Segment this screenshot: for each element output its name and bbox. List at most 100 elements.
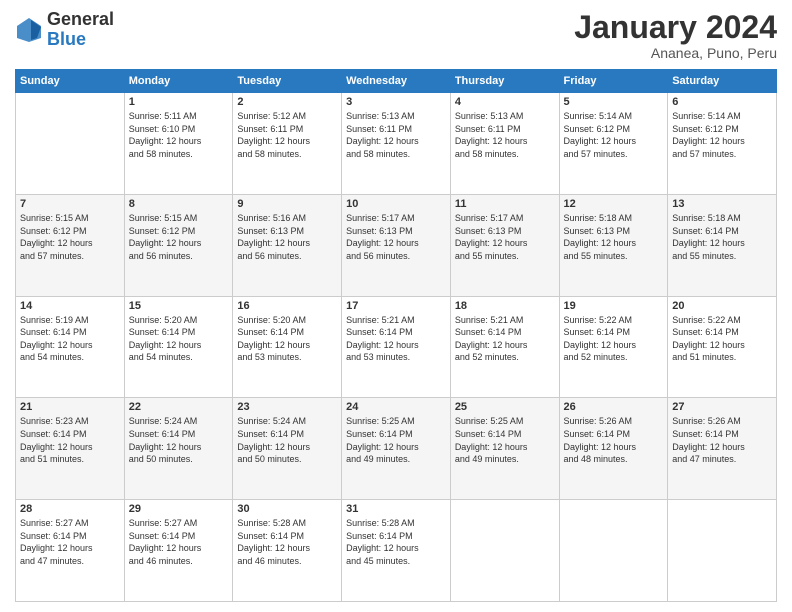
day-cell: 24 Sunrise: 5:25 AM Sunset: 6:14 PM Dayli…: [342, 398, 451, 500]
day-number: 30: [237, 503, 337, 515]
day-number: 13: [672, 198, 772, 210]
day-cell: [559, 500, 668, 602]
day-cell: [668, 500, 777, 602]
day-cell: 12Sunrise: 5:18 AM Sunset: 6:13 PM Dayli…: [559, 194, 668, 296]
day-detail: Sunrise: 5:13 AM Sunset: 6:11 PM Dayligh…: [346, 111, 419, 159]
day-number: 20: [672, 300, 772, 312]
day-detail: Sunrise: 5:24 AM Sunset: 6:14 PM Dayligh…: [129, 416, 202, 464]
day-number: 21: [20, 401, 120, 413]
day-number: 3: [346, 96, 446, 108]
day-cell: 26 Sunrise: 5:26 AM Sunset: 6:14 PM Dayli…: [559, 398, 668, 500]
day-detail: Sunrise: 5:26 AM Sunset: 6:14 PM Dayligh…: [564, 416, 637, 464]
day-cell: 30 Sunrise: 5:28 AM Sunset: 6:14 PM Dayli…: [233, 500, 342, 602]
day-number: 22: [129, 401, 229, 413]
day-cell: 16 Sunrise: 5:20 AM Sunset: 6:14 PM Dayli…: [233, 296, 342, 398]
day-number: 4: [455, 96, 555, 108]
col-sunday: Sunday: [16, 70, 125, 93]
day-cell: 14 Sunrise: 5:19 AM Sunset: 6:14 PM Dayli…: [16, 296, 125, 398]
day-number: 1: [129, 96, 229, 108]
day-detail: Sunrise: 5:21 AM Sunset: 6:14 PM Dayligh…: [346, 315, 419, 363]
day-number: 15: [129, 300, 229, 312]
day-cell: 3 Sunrise: 5:13 AM Sunset: 6:11 PM Daylig…: [342, 93, 451, 195]
day-cell: 2Sunrise: 5:12 AM Sunset: 6:11 PM Daylig…: [233, 93, 342, 195]
logo-text: General Blue: [47, 10, 114, 50]
day-detail: Sunrise: 5:24 AM Sunset: 6:14 PM Dayligh…: [237, 416, 310, 464]
day-cell: 28 Sunrise: 5:27 AM Sunset: 6:14 PM Dayli…: [16, 500, 125, 602]
day-detail: Sunrise: 5:17 AM Sunset: 6:13 PM Dayligh…: [346, 213, 419, 261]
day-cell: 11Sunrise: 5:17 AM Sunset: 6:13 PM Dayli…: [450, 194, 559, 296]
day-detail: Sunrise: 5:27 AM Sunset: 6:14 PM Dayligh…: [20, 518, 93, 566]
day-cell: 5 Sunrise: 5:14 AM Sunset: 6:12 PM Daylig…: [559, 93, 668, 195]
day-cell: [16, 93, 125, 195]
day-number: 18: [455, 300, 555, 312]
day-number: 28: [20, 503, 120, 515]
day-detail: Sunrise: 5:22 AM Sunset: 6:14 PM Dayligh…: [564, 315, 637, 363]
day-detail: Sunrise: 5:20 AM Sunset: 6:14 PM Dayligh…: [129, 315, 202, 363]
day-cell: 9Sunrise: 5:16 AM Sunset: 6:13 PM Daylig…: [233, 194, 342, 296]
day-number: 23: [237, 401, 337, 413]
day-cell: 4 Sunrise: 5:13 AM Sunset: 6:11 PM Daylig…: [450, 93, 559, 195]
calendar-table: Sunday Monday Tuesday Wednesday Thursday…: [15, 69, 777, 602]
day-number: 24: [346, 401, 446, 413]
day-number: 10: [346, 198, 446, 210]
day-cell: 31Sunrise: 5:28 AM Sunset: 6:14 PM Dayli…: [342, 500, 451, 602]
week-row-3: 21 Sunrise: 5:23 AM Sunset: 6:14 PM Dayli…: [16, 398, 777, 500]
day-number: 25: [455, 401, 555, 413]
logo-icon: [15, 16, 43, 44]
day-detail: Sunrise: 5:21 AM Sunset: 6:14 PM Dayligh…: [455, 315, 528, 363]
day-detail: Sunrise: 5:18 AM Sunset: 6:13 PM Dayligh…: [564, 213, 637, 261]
day-detail: Sunrise: 5:22 AM Sunset: 6:14 PM Dayligh…: [672, 315, 745, 363]
day-detail: Sunrise: 5:15 AM Sunset: 6:12 PM Dayligh…: [129, 213, 202, 261]
day-cell: 20 Sunrise: 5:22 AM Sunset: 6:14 PM Dayli…: [668, 296, 777, 398]
day-cell: 19Sunrise: 5:22 AM Sunset: 6:14 PM Dayli…: [559, 296, 668, 398]
day-number: 2: [237, 96, 337, 108]
day-cell: 25Sunrise: 5:25 AM Sunset: 6:14 PM Dayli…: [450, 398, 559, 500]
page: General Blue January 2024 Ananea, Puno, …: [0, 0, 792, 612]
header: General Blue January 2024 Ananea, Puno, …: [15, 10, 777, 61]
day-cell: 13 Sunrise: 5:18 AM Sunset: 6:14 PM Dayli…: [668, 194, 777, 296]
day-cell: 17 Sunrise: 5:21 AM Sunset: 6:14 PM Dayli…: [342, 296, 451, 398]
day-detail: Sunrise: 5:16 AM Sunset: 6:13 PM Dayligh…: [237, 213, 310, 261]
day-detail: Sunrise: 5:26 AM Sunset: 6:14 PM Dayligh…: [672, 416, 745, 464]
title-block: January 2024 Ananea, Puno, Peru: [574, 10, 777, 61]
day-number: 26: [564, 401, 664, 413]
day-cell: 29Sunrise: 5:27 AM Sunset: 6:14 PM Dayli…: [124, 500, 233, 602]
day-cell: 21 Sunrise: 5:23 AM Sunset: 6:14 PM Dayli…: [16, 398, 125, 500]
week-row-1: 7 Sunrise: 5:15 AM Sunset: 6:12 PM Daylig…: [16, 194, 777, 296]
day-detail: Sunrise: 5:28 AM Sunset: 6:14 PM Dayligh…: [237, 518, 310, 566]
day-detail: Sunrise: 5:11 AM Sunset: 6:10 PM Dayligh…: [129, 111, 202, 159]
day-number: 5: [564, 96, 664, 108]
day-detail: Sunrise: 5:28 AM Sunset: 6:14 PM Dayligh…: [346, 518, 419, 566]
day-cell: [450, 500, 559, 602]
day-detail: Sunrise: 5:18 AM Sunset: 6:14 PM Dayligh…: [672, 213, 745, 261]
day-number: 27: [672, 401, 772, 413]
day-number: 14: [20, 300, 120, 312]
col-wednesday: Wednesday: [342, 70, 451, 93]
day-number: 8: [129, 198, 229, 210]
day-detail: Sunrise: 5:20 AM Sunset: 6:14 PM Dayligh…: [237, 315, 310, 363]
day-detail: Sunrise: 5:14 AM Sunset: 6:12 PM Dayligh…: [564, 111, 637, 159]
day-detail: Sunrise: 5:13 AM Sunset: 6:11 PM Dayligh…: [455, 111, 528, 159]
day-number: 6: [672, 96, 772, 108]
day-detail: Sunrise: 5:23 AM Sunset: 6:14 PM Dayligh…: [20, 416, 93, 464]
col-saturday: Saturday: [668, 70, 777, 93]
day-cell: 22 Sunrise: 5:24 AM Sunset: 6:14 PM Dayli…: [124, 398, 233, 500]
day-number: 16: [237, 300, 337, 312]
day-cell: 1 Sunrise: 5:11 AM Sunset: 6:10 PM Daylig…: [124, 93, 233, 195]
day-cell: 15 Sunrise: 5:20 AM Sunset: 6:14 PM Dayli…: [124, 296, 233, 398]
day-cell: 23 Sunrise: 5:24 AM Sunset: 6:14 PM Dayli…: [233, 398, 342, 500]
day-detail: Sunrise: 5:17 AM Sunset: 6:13 PM Dayligh…: [455, 213, 528, 261]
day-number: 17: [346, 300, 446, 312]
title-location: Ananea, Puno, Peru: [574, 45, 777, 61]
week-row-0: 1 Sunrise: 5:11 AM Sunset: 6:10 PM Daylig…: [16, 93, 777, 195]
day-detail: Sunrise: 5:14 AM Sunset: 6:12 PM Dayligh…: [672, 111, 745, 159]
day-cell: 18 Sunrise: 5:21 AM Sunset: 6:14 PM Dayli…: [450, 296, 559, 398]
day-detail: Sunrise: 5:25 AM Sunset: 6:14 PM Dayligh…: [346, 416, 419, 464]
logo-blue-text: Blue: [47, 30, 114, 50]
title-month: January 2024: [574, 10, 777, 45]
col-tuesday: Tuesday: [233, 70, 342, 93]
day-detail: Sunrise: 5:19 AM Sunset: 6:14 PM Dayligh…: [20, 315, 93, 363]
col-monday: Monday: [124, 70, 233, 93]
day-number: 7: [20, 198, 120, 210]
logo-general-text: General: [47, 10, 114, 30]
